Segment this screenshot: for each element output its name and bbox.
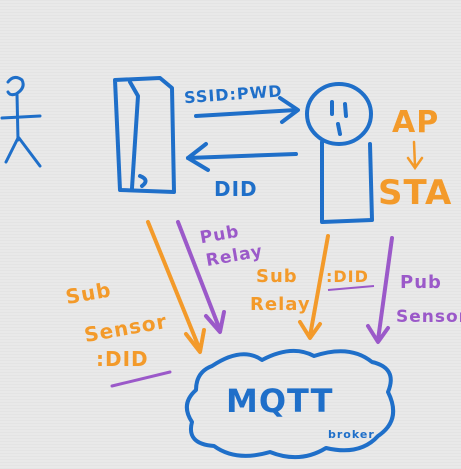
diagram-canvas: SSID:PWD DID AP STA Pub Relay Sub Relay …: [0, 75, 461, 460]
phone-inner-line: [128, 80, 140, 190]
user-arms: [0, 114, 42, 120]
purple-arrow-right: [376, 236, 394, 342]
esp-device: [305, 82, 374, 224]
arrow-left: [186, 152, 298, 160]
arrow-bottom-label: DID: [214, 177, 258, 201]
did-underline-mid: [327, 285, 375, 291]
sub-sensor-underline: [110, 370, 172, 388]
ap-to-sta-arrow: [406, 140, 424, 171]
user-leg-left: [4, 136, 20, 164]
mqtt-label: MQTT: [226, 382, 333, 420]
arrow-top-label: SSID:PWD: [183, 81, 283, 107]
orange-arrow-right: [308, 234, 330, 338]
sub-relay-label-2: Relay: [250, 294, 311, 315]
arrow-right: [194, 108, 298, 118]
broker-label: broker: [328, 428, 375, 441]
esp-mouth: [336, 122, 342, 136]
esp-eye-right: [343, 102, 348, 118]
phone-button: [138, 174, 148, 188]
connection-arrows: [186, 96, 300, 172]
sub-sensor-label-2: Sensor: [82, 309, 169, 347]
did-label-mid: :DID: [326, 267, 369, 286]
user-leg-right: [17, 136, 42, 168]
sub-sensor-label-1: Sub: [64, 277, 113, 309]
phone-outline: [113, 76, 176, 194]
sub-relay-label-1: Sub: [256, 266, 298, 287]
esp-body: [320, 140, 374, 224]
sub-sensor-label-3: :DID: [96, 347, 149, 371]
pub-sensor-label-1: Pub: [400, 272, 442, 293]
phone-device: [113, 76, 176, 194]
pub-relay-label-1: Pub: [198, 222, 241, 249]
pub-sensor-label-2: Sensor: [396, 307, 461, 327]
user-head: [6, 75, 25, 97]
sta-label: STA: [378, 173, 452, 213]
user-figure: [0, 75, 42, 168]
ap-label: AP: [392, 105, 439, 140]
